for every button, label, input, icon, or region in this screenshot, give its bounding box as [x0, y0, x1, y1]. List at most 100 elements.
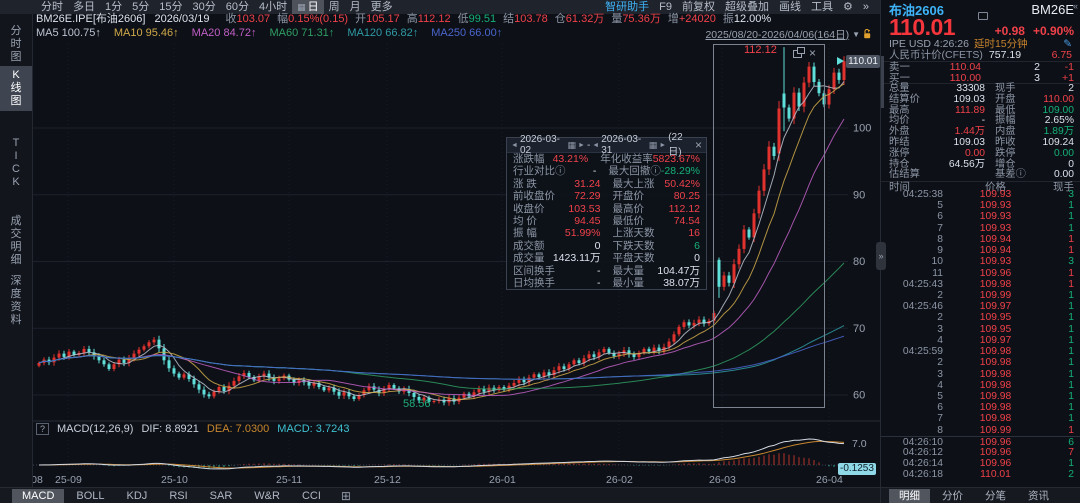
sidebar-item-成交明细[interactable]: 成交明细 — [0, 212, 32, 270]
trade-tick-list[interactable]: 04:25:38109.9335109.9316109.9317109.9318… — [881, 189, 1080, 487]
interval-stats-header: ◄ 2026-03-02 ▦ ► - ◄ 2026-03-31 ▦ ► (22日… — [507, 138, 706, 153]
date-range-text[interactable]: 2025/08/20-2026/04/06(164日) — [705, 27, 849, 42]
stats-row: 日均换手-最小量38.07万 — [507, 277, 706, 289]
period-tab-日[interactable]: ▦日 — [292, 0, 324, 14]
period-tab-更多[interactable]: 更多 — [366, 0, 398, 14]
detail-tab-分笔[interactable]: 分笔 — [975, 489, 1016, 503]
macd-last-value-tag: -0.1253 — [838, 463, 876, 475]
indicator-tab-BOLL[interactable]: BOLL — [66, 489, 114, 503]
stats-row: 成交量1423.11万平盘天数0 — [507, 252, 706, 264]
gear-icon[interactable]: ⚙ — [838, 0, 858, 14]
detail-tab-资讯[interactable]: 资讯 — [1018, 489, 1059, 503]
svg-text:100: 100 — [853, 123, 871, 135]
detail-tab-明细[interactable]: 明细 — [889, 489, 930, 503]
period-tab-30分[interactable]: 30分 — [188, 0, 221, 14]
menu-item-工具[interactable]: 工具 — [806, 0, 838, 14]
indicator-tab-SAR[interactable]: SAR — [200, 489, 243, 503]
close-icon[interactable]: × — [695, 138, 702, 152]
trade-row: 7109.931 — [881, 223, 1080, 234]
chart-low-annotation: 58.56 — [403, 398, 431, 410]
calendar-icon[interactable]: ▦ — [567, 140, 576, 151]
sidebar-item-分时图[interactable]: 分时图 — [0, 22, 32, 67]
period-tab-15分[interactable]: 15分 — [154, 0, 187, 14]
sidebar-item-TICK[interactable]: TICK — [0, 134, 32, 192]
cny-value: 757.19 — [989, 50, 1021, 61]
menu-item-超级叠加[interactable]: 超级叠加 — [720, 0, 774, 14]
legend-field-label: 量 — [611, 13, 622, 25]
indicator-tab-RSI[interactable]: RSI — [159, 489, 197, 503]
menu-item-智研助手[interactable]: 智研助手 — [600, 0, 654, 14]
symbol-ohlc-legend: BM26E.IPE[布油2606]2026/03/19收103.07幅0.15%… — [36, 13, 771, 26]
period-tab-月[interactable]: 月 — [345, 0, 366, 14]
svg-text:90: 90 — [853, 189, 865, 201]
svg-text:80: 80 — [853, 256, 865, 268]
scrollbar-thumb[interactable] — [881, 56, 884, 108]
macd-dif-value: DIF: 8.8921 — [141, 423, 198, 435]
restore-icon[interactable] — [793, 50, 802, 58]
prev-date-icon[interactable]: ◄ — [511, 142, 518, 149]
sidebar-item-K线图[interactable]: K线图 — [0, 66, 32, 111]
add-indicator-icon[interactable]: ⊞ — [341, 489, 351, 503]
period-tab-1分[interactable]: 1分 — [100, 0, 127, 14]
legend-field-value: 12.00% — [734, 13, 771, 25]
left-view-sidebar: 分时图K线图 TICK 成交明细深度资料 — [0, 14, 33, 487]
top-toolbar: 分时多日1分5分15分30分60分4小时▦日周月更多 智研助手F9前复权超级叠加… — [0, 0, 880, 14]
trade-row: 5109.931 — [881, 200, 1080, 211]
sidebar-item-深度资料[interactable]: 深度资料 — [0, 272, 32, 330]
calendar-icon[interactable]: ▦ — [649, 140, 658, 151]
period-tab-60分[interactable]: 60分 — [221, 0, 254, 14]
stats-row: 涨跌幅43.21%年化收益率5823.67% — [507, 153, 706, 165]
indicator-tab-W&R[interactable]: W&R — [244, 489, 290, 503]
x-axis-label: 26-04 — [816, 474, 843, 486]
price-change-pct: +0.90% — [1033, 24, 1074, 38]
x-axis-label: 25-12 — [374, 474, 401, 486]
trade-row: 10109.933 — [881, 256, 1080, 267]
legend-field-value: 0.15%(0.15) — [288, 13, 348, 25]
instrument-code: BM26E — [1031, 2, 1074, 17]
date-range-selector[interactable]: 2025/08/20-2026/04/06(164日) ▼ — [705, 28, 872, 40]
period-tab-4小时[interactable]: 4小时 — [254, 0, 292, 14]
close-icon[interactable]: × — [809, 49, 816, 58]
help-icon[interactable]: ? — [36, 423, 49, 435]
panel-collapse-icon[interactable]: « — [1073, 1, 1078, 11]
more-chevron-icon[interactable]: » — [858, 0, 874, 14]
trade-row: 8109.991 — [881, 425, 1080, 436]
x-axis-label: 25-11 — [276, 474, 302, 486]
detail-tab-分价[interactable]: 分价 — [932, 489, 973, 503]
unlock-icon[interactable] — [863, 29, 872, 39]
trade-row: 8109.941 — [881, 234, 1080, 245]
indicator-tab-CCI[interactable]: CCI — [292, 489, 331, 503]
chart-toolbar-menu: 智研助手F9前复权超级叠加画线工具⚙» — [600, 0, 880, 14]
quote-row: 涨停0.00跌停0.00 — [881, 149, 1080, 160]
menu-item-画线[interactable]: 画线 — [774, 0, 806, 14]
trade-row: 3109.951 — [881, 324, 1080, 335]
menu-item-F9[interactable]: F9 — [654, 0, 677, 14]
macd-dea-value: DEA: 7.0300 — [207, 423, 269, 435]
interval-selection-box[interactable] — [713, 44, 825, 408]
screenshot-icon[interactable] — [978, 12, 988, 20]
legend-field-value: 105.17 — [366, 13, 400, 25]
prev-date-icon[interactable]: ◄ — [592, 142, 599, 149]
trade-row: 04:26:12109.967 — [881, 447, 1080, 458]
period-tab-分时[interactable]: 分时 — [36, 0, 68, 14]
next-date-icon[interactable]: ► — [578, 142, 585, 149]
ma-legend-MA5: MA5 100.75↑ — [36, 27, 101, 39]
legend-symbol: BM26E.IPE[布油2606] — [36, 13, 145, 25]
period-tab-5分[interactable]: 5分 — [127, 0, 154, 14]
trade-row: 11109.961 — [881, 268, 1080, 279]
legend-field-label: 结 — [503, 13, 514, 25]
chevron-down-icon[interactable]: ▼ — [852, 30, 860, 39]
menu-item-前复权[interactable]: 前复权 — [677, 0, 720, 14]
ma-legend-MA10: MA10 95.46↑ — [114, 27, 179, 39]
bid-row: 买一110.003+1 — [881, 73, 1080, 84]
indicator-tab-KDJ[interactable]: KDJ — [117, 489, 158, 503]
period-tab-多日[interactable]: 多日 — [68, 0, 100, 14]
next-date-icon[interactable]: ► — [659, 142, 666, 149]
indicator-tab-bar: MACDBOLLKDJRSISARW&RCCI ⊞ — [0, 487, 880, 503]
indicator-tab-MACD[interactable]: MACD — [12, 489, 64, 503]
trade-row: 04:25:38109.933 — [881, 189, 1080, 200]
legend-field-value: 61.32万 — [566, 13, 605, 25]
period-tab-周[interactable]: 周 — [324, 0, 345, 14]
x-axis-label: 26-03 — [709, 474, 736, 486]
panel-expand-handle[interactable]: » — [876, 242, 886, 270]
